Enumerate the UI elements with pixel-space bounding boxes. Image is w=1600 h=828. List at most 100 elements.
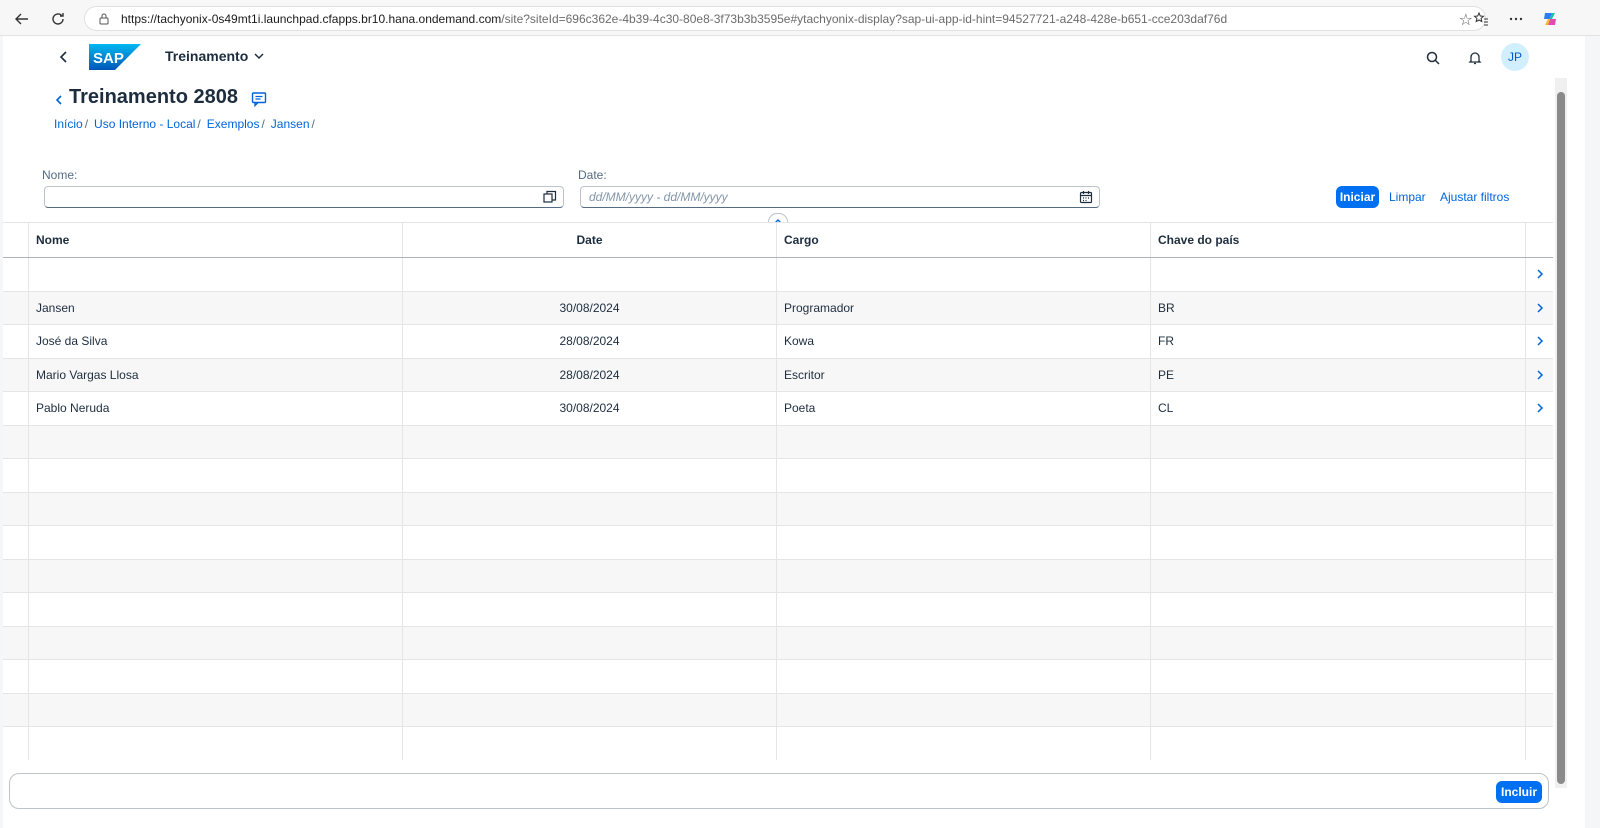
- table-cell-date: [403, 593, 777, 626]
- table-cell-nome: [29, 459, 403, 492]
- comment-icon[interactable]: [251, 91, 267, 107]
- table-cell-nome: [29, 626, 403, 659]
- favorites-icon[interactable]: [1470, 8, 1492, 30]
- table-cell-cargo: [777, 492, 1151, 525]
- row-selector: [3, 559, 29, 592]
- table-cell-nome: [29, 492, 403, 525]
- table-cell-nome: [29, 593, 403, 626]
- browser-toolbar: https://tachyonix-0s49mt1i.launchpad.cfa…: [0, 0, 1600, 36]
- empty-table-row: [3, 526, 1553, 560]
- table-cell-pais: [1151, 459, 1526, 492]
- notifications-bell-icon[interactable]: [1463, 46, 1487, 70]
- row-selector[interactable]: [3, 291, 29, 324]
- column-header-chave-pais[interactable]: Chave do país: [1151, 223, 1526, 257]
- empty-table-row: [3, 492, 1553, 526]
- table-header-row: Nome Date Cargo Chave do país: [3, 223, 1553, 258]
- value-help-icon[interactable]: [543, 190, 557, 204]
- row-selector: [3, 593, 29, 626]
- app-title-menu[interactable]: Treinamento: [165, 48, 264, 64]
- row-navigation-icon[interactable]: [1526, 258, 1553, 291]
- site-info-icon[interactable]: [97, 12, 111, 26]
- table-cell-pais: [1151, 626, 1526, 659]
- table-cell-pais: [1151, 526, 1526, 559]
- table-row[interactable]: Pablo Neruda 30/08/2024 Poeta CL: [3, 392, 1553, 426]
- breadcrumb-link-inicio[interactable]: Início: [54, 117, 83, 131]
- row-selector[interactable]: [3, 258, 29, 291]
- row-selector[interactable]: [3, 392, 29, 425]
- table-cell-cargo: [777, 660, 1151, 693]
- more-menu-icon[interactable]: [1505, 8, 1527, 30]
- scrollbar-thumb[interactable]: [1557, 92, 1565, 784]
- row-navigation-icon[interactable]: [1526, 325, 1553, 358]
- page-back-icon[interactable]: [51, 92, 67, 108]
- table-cell-cargo: Programador: [777, 291, 1151, 324]
- table-cell-pais: PE: [1151, 358, 1526, 391]
- app-title: Treinamento: [165, 48, 249, 64]
- copilot-icon[interactable]: [1539, 8, 1561, 30]
- table-cell-date: 28/08/2024: [403, 358, 777, 391]
- breadcrumb-link-exemplos[interactable]: Exemplos: [207, 117, 260, 131]
- date-placeholder: dd/MM/yyyy - dd/MM/yyyy: [589, 190, 728, 204]
- empty-nav-cell: [1526, 694, 1553, 727]
- calendar-icon[interactable]: [1079, 190, 1093, 204]
- table-row[interactable]: Mario Vargas Llosa 28/08/2024 Escritor PE: [3, 358, 1553, 392]
- table-cell-cargo: Escritor: [777, 358, 1151, 391]
- column-header-cargo[interactable]: Cargo: [777, 223, 1151, 257]
- empty-nav-cell: [1526, 493, 1553, 526]
- table-cell-date: [403, 660, 777, 693]
- sap-logo[interactable]: SAP: [89, 44, 141, 70]
- table-cell-cargo: [777, 459, 1151, 492]
- add-button[interactable]: Incluir: [1496, 781, 1542, 803]
- table-row[interactable]: [3, 258, 1553, 292]
- user-avatar[interactable]: JP: [1501, 43, 1529, 71]
- page-scrollbar[interactable]: [1555, 78, 1567, 788]
- table-cell-nome: [29, 660, 403, 693]
- adapt-filters-button[interactable]: Ajustar filtros: [1440, 190, 1509, 204]
- shell-back-icon[interactable]: [53, 46, 75, 68]
- table-cell-pais: [1151, 660, 1526, 693]
- empty-nav-cell: [1526, 526, 1553, 559]
- footer-toolbar: Incluir: [9, 773, 1549, 809]
- row-selector[interactable]: [3, 358, 29, 391]
- empty-nav-cell: [1526, 459, 1553, 492]
- go-button[interactable]: Iniciar: [1336, 186, 1379, 208]
- table-cell-date: [403, 559, 777, 592]
- breadcrumb-link-uso-interno[interactable]: Uso Interno - Local: [94, 117, 195, 131]
- row-selector: [3, 626, 29, 659]
- browser-back-icon[interactable]: [11, 8, 33, 30]
- column-header-date[interactable]: Date: [403, 223, 777, 257]
- empty-nav-cell: [1526, 593, 1553, 626]
- table-cell-pais: [1151, 492, 1526, 525]
- page-title: Treinamento 2808: [69, 86, 238, 108]
- row-navigation-icon[interactable]: [1526, 392, 1553, 425]
- table-cell-nome: [29, 425, 403, 458]
- url-host: https://tachyonix-0s49mt1i.launchpad.cfa…: [121, 11, 502, 26]
- row-navigation-icon[interactable]: [1526, 359, 1553, 392]
- date-range-input[interactable]: dd/MM/yyyy - dd/MM/yyyy: [580, 186, 1100, 208]
- table-row[interactable]: Jansen 30/08/2024 Programador BR: [3, 291, 1553, 325]
- address-bar[interactable]: https://tachyonix-0s49mt1i.launchpad.cfa…: [84, 6, 1486, 31]
- shell-bar: SAP Treinamento JP: [3, 36, 1585, 78]
- search-icon[interactable]: [1421, 46, 1445, 70]
- table-cell-date: [403, 492, 777, 525]
- clear-button[interactable]: Limpar: [1389, 190, 1426, 204]
- table-cell-date: 30/08/2024: [403, 291, 777, 324]
- browser-reload-icon[interactable]: [47, 8, 69, 30]
- row-selector: [3, 727, 29, 760]
- empty-table-row: [3, 626, 1553, 660]
- row-selector: [3, 425, 29, 458]
- empty-table-row: [3, 425, 1553, 459]
- breadcrumb-link-jansen[interactable]: Jansen: [271, 117, 310, 131]
- empty-table-row: [3, 459, 1553, 493]
- name-filter-input[interactable]: [44, 186, 564, 208]
- table-row[interactable]: José da Silva 28/08/2024 Kowa FR: [3, 325, 1553, 359]
- row-selector: [3, 693, 29, 726]
- table-cell-nome: Pablo Neruda: [29, 392, 403, 425]
- row-selector[interactable]: [3, 325, 29, 358]
- empty-table-row: [3, 660, 1553, 694]
- column-header-nome[interactable]: Nome: [29, 223, 403, 257]
- table-cell-cargo: [777, 727, 1151, 760]
- table-cell-cargo: Kowa: [777, 325, 1151, 358]
- row-navigation-icon[interactable]: [1526, 292, 1553, 325]
- table-cell-pais: CL: [1151, 392, 1526, 425]
